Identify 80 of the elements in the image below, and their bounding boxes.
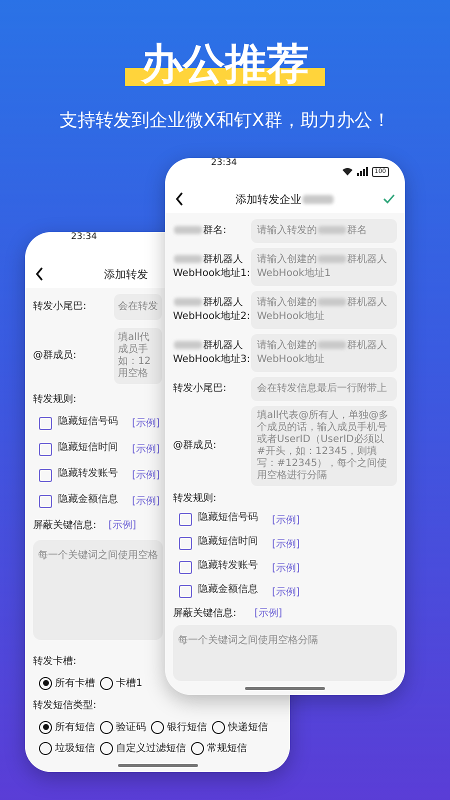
status-time: 23:34 bbox=[211, 158, 237, 168]
field-label: 群机器人 WebHook地址1: bbox=[173, 253, 247, 281]
input-field[interactable]: 请输入创建的 群机器人 WebHook地址 bbox=[251, 334, 397, 372]
section-label: 转发规则: bbox=[173, 492, 216, 505]
checkbox[interactable] bbox=[179, 561, 192, 574]
radio-button[interactable] bbox=[100, 676, 113, 690]
radio-button[interactable] bbox=[151, 720, 164, 734]
keywords-field[interactable]: 每一个关键词之间使用空格分隔 bbox=[173, 625, 397, 681]
radio-button[interactable] bbox=[39, 720, 52, 734]
checkbox-label: 隐藏短信时间 bbox=[58, 440, 118, 454]
example-link[interactable]: [示例] bbox=[132, 468, 160, 482]
checkbox-label: 隐藏转发账号 bbox=[198, 558, 258, 572]
input-field[interactable]: 填all代表@所有人，单独@多个成员的话，输入成员手机号或者UserID（UserID必须以#开头，如：12345，则填写：#12345），每个之间使用空格进行分隔 bbox=[251, 406, 397, 486]
radio-label: 卡槽1 bbox=[116, 676, 142, 690]
input-field[interactable]: 请输入创建的 群机器人 WebHook地址1 bbox=[251, 248, 397, 286]
section-label: 转发卡槽: bbox=[33, 654, 76, 668]
field-label: 转发小尾巴: bbox=[173, 382, 228, 396]
radio-label: 银行短信 bbox=[167, 721, 207, 734]
checkbox[interactable] bbox=[39, 468, 52, 482]
screen-title: 添加转发企业 bbox=[236, 192, 334, 207]
checkbox[interactable] bbox=[179, 537, 192, 550]
example-link[interactable]: [示例] bbox=[272, 584, 300, 598]
home-indicator[interactable] bbox=[245, 686, 325, 690]
section-label: 转发短信类型: bbox=[33, 698, 96, 712]
checkbox[interactable] bbox=[179, 585, 192, 598]
section-label: 屏蔽关键信息: bbox=[173, 606, 236, 620]
section-label: 屏蔽关键信息: bbox=[33, 518, 96, 532]
radio-button[interactable] bbox=[191, 742, 204, 754]
radio-button[interactable] bbox=[39, 742, 52, 754]
example-link[interactable]: [示例] bbox=[272, 536, 300, 550]
example-link[interactable]: [示例] bbox=[108, 518, 136, 532]
checkbox-label: 隐藏金额信息 bbox=[198, 582, 258, 596]
home-indicator[interactable] bbox=[118, 764, 198, 766]
input-field[interactable]: 请输入转发的 群名 bbox=[251, 219, 397, 243]
radio-label: 自定义过滤短信 bbox=[116, 742, 186, 755]
example-link[interactable]: [示例] bbox=[272, 560, 300, 574]
keywords-field[interactable]: 每一个关键词之间使用空格 bbox=[33, 540, 163, 640]
checkbox-label: 隐藏短信号码 bbox=[198, 510, 258, 524]
input-field[interactable]: 会在转发 bbox=[114, 294, 162, 320]
example-link[interactable]: [示例] bbox=[132, 416, 160, 430]
radio-label: 所有短信 bbox=[55, 720, 95, 734]
radio-button[interactable] bbox=[100, 742, 113, 754]
radio-button[interactable] bbox=[212, 720, 225, 734]
checkbox[interactable] bbox=[179, 513, 192, 526]
section-label: 转发规则: bbox=[33, 393, 76, 406]
radio-label: 所有卡槽 bbox=[55, 676, 95, 690]
checkbox[interactable] bbox=[39, 416, 52, 430]
radio-label: 垃圾短信 bbox=[55, 742, 95, 755]
input-field[interactable]: 填all代 成员手 如：12 用空格 bbox=[114, 328, 162, 384]
field-label: 群机器人 WebHook地址2: bbox=[173, 296, 247, 324]
subtitle: 支持转发到企业微X和钉X群，助力办公！ bbox=[60, 109, 390, 132]
checkbox-label: 隐藏金额信息 bbox=[58, 492, 118, 506]
field-label: @群成员: bbox=[173, 439, 218, 453]
back-icon[interactable] bbox=[35, 267, 44, 281]
field-label: @群成员: bbox=[33, 349, 78, 363]
radio-label: 快递短信 bbox=[228, 720, 268, 734]
checkbox[interactable] bbox=[39, 494, 52, 508]
checkbox[interactable] bbox=[39, 442, 52, 456]
example-link[interactable]: [示例] bbox=[272, 512, 300, 526]
input-field[interactable]: 会在转发信息最后一行附带上 bbox=[251, 377, 397, 401]
example-link[interactable]: [示例] bbox=[132, 494, 160, 508]
radio-label: 验证码 bbox=[116, 721, 146, 734]
back-icon[interactable] bbox=[175, 192, 184, 206]
radio-button[interactable] bbox=[100, 720, 113, 734]
field-label: 群名: bbox=[173, 224, 247, 238]
confirm-icon[interactable] bbox=[383, 194, 395, 204]
radio-button[interactable] bbox=[39, 676, 52, 690]
checkbox-label: 隐藏短信号码 bbox=[58, 414, 118, 428]
example-link[interactable]: [示例] bbox=[132, 442, 160, 456]
screen-title: 添加转发 bbox=[104, 266, 148, 282]
status-time: 23:34 bbox=[71, 232, 97, 242]
field-label: 转发小尾巴: bbox=[33, 300, 88, 314]
wifi-icon bbox=[342, 167, 353, 176]
example-link[interactable]: [示例] bbox=[254, 606, 282, 620]
signal-icon bbox=[356, 167, 368, 176]
input-field[interactable]: 请输入创建的 群机器人 WebHook地址 bbox=[251, 291, 397, 329]
radio-label: 常规短信 bbox=[207, 742, 247, 755]
checkbox-label: 隐藏短信时间 bbox=[198, 534, 258, 548]
field-label: 群机器人 WebHook地址3: bbox=[173, 339, 247, 367]
checkbox-label: 隐藏转发账号 bbox=[58, 466, 118, 480]
